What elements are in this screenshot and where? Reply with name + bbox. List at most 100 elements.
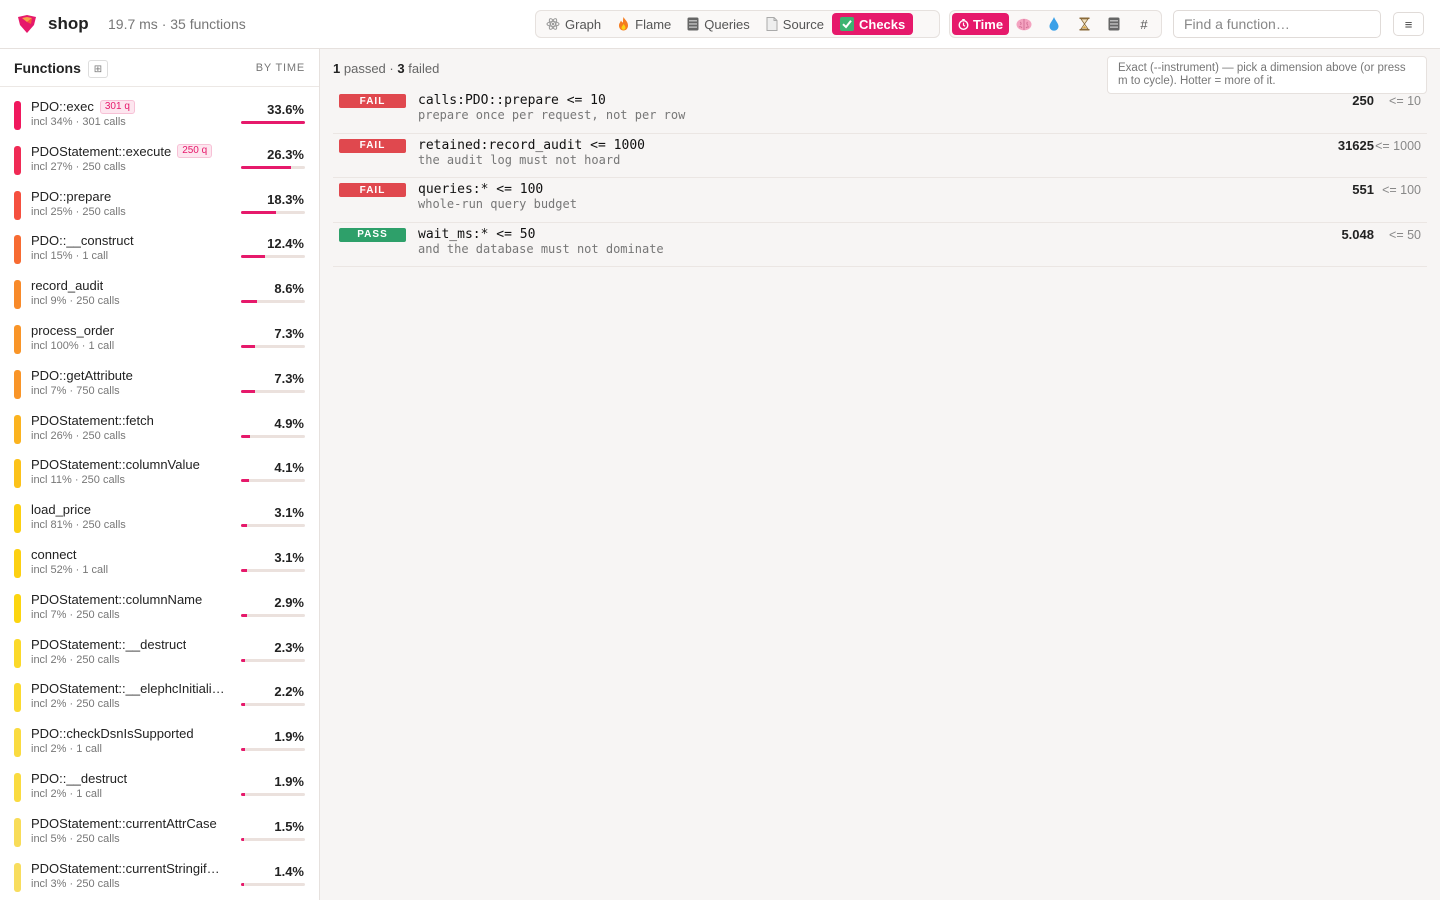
function-row[interactable]: PDOStatement::execute 250 q incl 27% · 25… <box>0 138 319 183</box>
function-row[interactable]: PDOStatement::columnName incl 7% · 250 c… <box>0 586 319 631</box>
function-row[interactable]: PDOStatement::__elephcInitiali… incl 2% … <box>0 675 319 720</box>
check-row[interactable]: FAIL calls:PDO::prepare <= 10 prepare on… <box>333 89 1427 134</box>
dimension-count[interactable]: # <box>1129 13 1159 35</box>
percent-bar-fill <box>241 434 251 438</box>
search-input[interactable] <box>1173 10 1381 38</box>
function-name: PDO::checkDsnIsSupported <box>31 726 194 741</box>
function-row[interactable]: process_order incl 100% · 1 call 7.3% <box>0 317 319 362</box>
function-name-text: PDO::exec <box>31 99 94 114</box>
percent-bar-fill <box>241 613 247 617</box>
check-row[interactable]: PASS wait_ms:* <= 50 and the database mu… <box>333 223 1427 267</box>
function-name-text: PDOStatement::execute <box>31 143 172 159</box>
check-row[interactable]: FAIL retained:record_audit <= 1000 the a… <box>333 134 1427 178</box>
tab-source[interactable]: Source <box>758 13 832 35</box>
function-row[interactable]: PDOStatement::currentStringif… incl 3% ·… <box>0 855 319 900</box>
atom-icon <box>546 17 560 31</box>
function-row[interactable]: PDO::__destruct incl 2% · 1 call 1.9% <box>0 765 319 810</box>
app-name[interactable]: shop <box>48 14 89 34</box>
percent-bar <box>241 792 305 796</box>
percent-bar <box>241 344 305 348</box>
dimension-queries[interactable] <box>1099 13 1129 35</box>
function-stats: incl 26% · 250 calls <box>31 429 126 442</box>
function-row[interactable]: connect incl 52% · 1 call 3.1% <box>0 541 319 586</box>
percent-bar <box>241 703 305 707</box>
function-name-text: PDO::__destruct <box>31 770 128 786</box>
function-name-text: PDO::prepare <box>31 188 112 204</box>
function-row[interactable]: PDOStatement::columnValue incl 11% · 250… <box>0 451 319 496</box>
function-name: process_order <box>31 323 114 338</box>
function-list: PDO::exec 301 q incl 34% · 301 calls 33.6… <box>0 87 319 899</box>
check-note: whole-run query budget <box>418 197 577 211</box>
function-row[interactable]: PDO::exec 301 q incl 34% · 301 calls 33.6… <box>0 93 319 138</box>
check-expression: calls:PDO::prepare <= 10 <box>418 93 606 108</box>
dimension-memory[interactable] <box>1009 13 1039 35</box>
function-row[interactable]: PDO::checkDsnIsSupported incl 2% · 1 cal… <box>0 720 319 765</box>
function-stats: incl 27% · 250 calls <box>31 160 126 173</box>
function-stats: incl 7% · 750 calls <box>31 384 120 397</box>
percent-bar <box>241 121 305 124</box>
dimension-wait[interactable] <box>1069 13 1099 35</box>
function-percent: 8.6% <box>274 281 304 297</box>
heat-indicator <box>14 638 21 668</box>
percent-bar-fill <box>241 210 276 214</box>
function-row[interactable]: record_audit incl 9% · 250 calls 8.6% <box>0 272 319 317</box>
check-actual-value: 551 <box>1352 182 1374 197</box>
percent-bar <box>241 837 305 841</box>
dimension-label: Time <box>972 16 1004 32</box>
menu-button[interactable]: ≡ <box>1393 12 1424 36</box>
tab-graph[interactable]: Graph <box>538 13 609 35</box>
flame-icon <box>617 17 630 31</box>
stopwatch-icon <box>958 18 969 30</box>
tab-flame[interactable]: Flame <box>609 13 679 35</box>
function-stats: incl 2% · 1 call <box>31 743 102 756</box>
dimension-leaks[interactable] <box>1039 13 1069 35</box>
failed-count: 3 <box>397 61 405 76</box>
tab-label: Flame <box>635 16 672 32</box>
function-percent: 1.5% <box>274 818 304 834</box>
hourglass-icon <box>1079 17 1090 31</box>
function-name: PDO::__construct <box>31 233 134 248</box>
function-row[interactable]: PDOStatement::__destruct incl 2% · 250 c… <box>0 631 319 676</box>
heat-indicator <box>14 817 21 847</box>
database-icon <box>1108 17 1120 31</box>
heat-indicator <box>14 728 21 758</box>
heat-indicator <box>14 369 21 399</box>
function-row[interactable]: PDO::getAttribute incl 7% · 750 calls 7.… <box>0 362 319 407</box>
percent-bar <box>241 479 305 483</box>
function-name-text: PDOStatement::currentAttrCase <box>31 815 217 831</box>
function-name-text: PDO::checkDsnIsSupported <box>31 726 194 742</box>
layout-toggle-icon[interactable]: ⊞ <box>88 60 108 78</box>
function-name-text: process_order <box>31 322 115 338</box>
function-row[interactable]: PDOStatement::currentAttrCase incl 5% · … <box>0 810 319 855</box>
function-stats: incl 2% · 250 calls <box>31 653 120 666</box>
function-name-text: PDOStatement::__destruct <box>31 636 187 652</box>
percent-bar <box>241 165 305 169</box>
function-row[interactable]: PDO::prepare incl 25% · 250 calls 18.3% <box>0 183 319 228</box>
function-percent: 2.3% <box>274 639 304 655</box>
function-percent: 7.3% <box>274 370 304 386</box>
function-name-text: PDOStatement::currentStringif… <box>31 860 220 876</box>
tab-queries[interactable]: Queries <box>679 13 758 35</box>
percent-bar <box>241 434 305 438</box>
check-limit: <= 10 <box>1389 94 1421 108</box>
function-row[interactable]: PDO::__construct incl 15% · 1 call 12.4% <box>0 227 319 272</box>
passed-count: 1 <box>333 61 341 76</box>
check-expression: wait_ms:* <= 50 <box>418 226 536 242</box>
tab-checks[interactable]: Checks <box>832 13 914 35</box>
function-row[interactable]: load_price incl 81% · 250 calls 3.1% <box>0 496 319 541</box>
function-name: PDOStatement::columnName <box>31 592 202 607</box>
functions-sidebar: Functions ⊞ BY TIME PDO::exec 301 q incl … <box>0 49 320 900</box>
function-stats: incl 81% · 250 calls <box>31 519 126 532</box>
status-badge: PASS <box>339 227 406 242</box>
function-stats: incl 100% · 1 call <box>31 339 115 352</box>
check-row[interactable]: FAIL queries:* <= 100 whole-run query bu… <box>333 178 1427 223</box>
percent-bar <box>241 389 305 393</box>
check-note: and the database must not dominate <box>418 241 664 256</box>
function-name-text: PDOStatement::columnName <box>31 591 203 607</box>
sort-by-time-button[interactable]: BY TIME <box>256 62 305 74</box>
percent-bar-fill <box>241 658 246 662</box>
function-row[interactable]: PDOStatement::fetch incl 26% · 250 calls… <box>0 407 319 452</box>
passed-label: passed · <box>343 61 394 76</box>
dimension-time[interactable]: Time <box>952 13 1009 35</box>
function-percent: 33.6% <box>267 102 304 117</box>
